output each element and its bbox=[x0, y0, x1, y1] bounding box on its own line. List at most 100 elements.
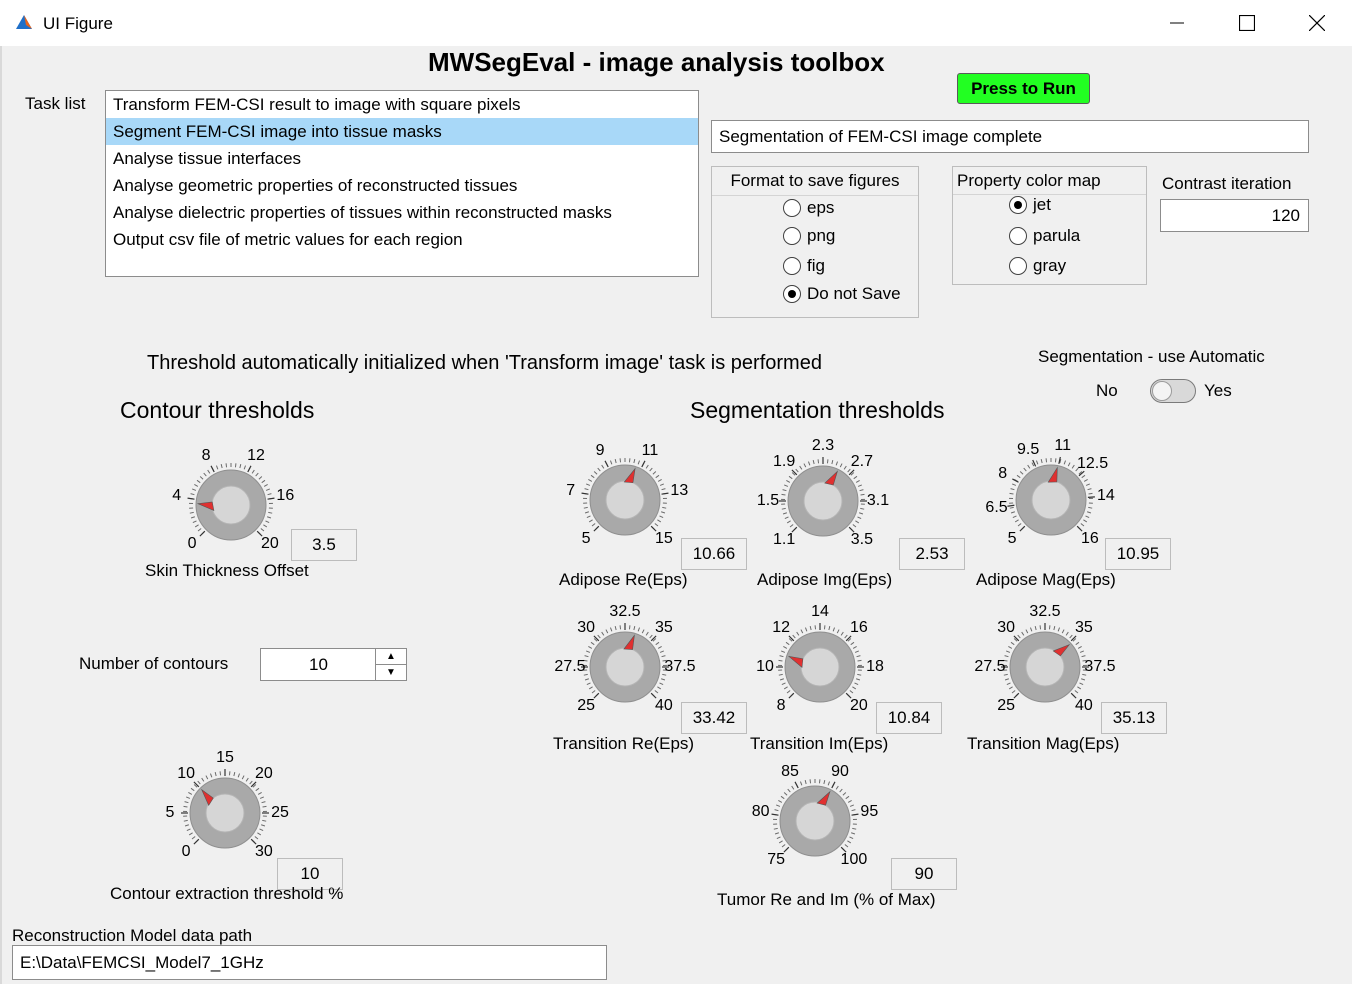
knob-minor-tick bbox=[655, 641, 660, 646]
knob-major-tick bbox=[1012, 478, 1019, 483]
task-item[interactable]: Analyse geometric properties of reconstr… bbox=[106, 172, 698, 199]
knob-minor-tick bbox=[1010, 511, 1016, 514]
knob-minor-tick bbox=[1031, 462, 1035, 467]
knob-minor-tick bbox=[186, 796, 191, 799]
radio-parula[interactable]: parula bbox=[1009, 226, 1080, 246]
radio-circle[interactable] bbox=[783, 199, 801, 217]
radio-circle[interactable] bbox=[1009, 257, 1027, 275]
knob-minor-tick bbox=[215, 465, 219, 470]
knob-minor-tick bbox=[804, 780, 807, 785]
knob-value-field[interactable]: 10.95 bbox=[1105, 538, 1171, 570]
radio-jet[interactable]: jet bbox=[1009, 195, 1051, 215]
knob-cap[interactable] bbox=[795, 801, 835, 841]
knob-cap[interactable] bbox=[605, 480, 645, 520]
knob-cap[interactable] bbox=[1031, 480, 1071, 520]
knob-minor-tick bbox=[266, 516, 272, 519]
knob-value-field[interactable]: 90 bbox=[891, 858, 957, 890]
radio-eps[interactable]: eps bbox=[783, 198, 834, 218]
knob-minor-tick bbox=[633, 459, 636, 464]
knob-minor-tick bbox=[1065, 631, 1069, 636]
maximize-button[interactable] bbox=[1212, 0, 1282, 46]
knob-minor-tick bbox=[194, 524, 199, 528]
knob-tick-label: 25 bbox=[997, 696, 1015, 714]
knob-minor-tick bbox=[835, 461, 839, 466]
knob-minor-tick bbox=[851, 809, 856, 812]
knob-minor-tick bbox=[657, 479, 662, 482]
run-button[interactable]: Press to Run bbox=[957, 73, 1090, 104]
knob-minor-tick bbox=[1017, 523, 1022, 527]
task-item[interactable]: Analyse dielectric properties of tissues… bbox=[106, 199, 698, 226]
knob-minor-tick bbox=[849, 836, 854, 840]
radio-png[interactable]: png bbox=[783, 226, 835, 246]
knob-minor-tick bbox=[786, 520, 791, 524]
knob-minor-tick bbox=[1004, 678, 1010, 681]
radio-circle[interactable] bbox=[783, 257, 801, 275]
knob-minor-tick bbox=[776, 836, 781, 840]
contours-spinner[interactable]: 10 ▲ ▼ bbox=[260, 648, 407, 681]
knob-label: Contour extraction threshold % bbox=[110, 884, 344, 903]
radio-fig[interactable]: fig bbox=[783, 256, 825, 276]
radio-circle[interactable] bbox=[783, 227, 801, 245]
knob-cap[interactable] bbox=[800, 647, 840, 687]
task-list[interactable]: Transform FEM-CSI result to image with s… bbox=[105, 90, 699, 277]
knob-major-tick bbox=[210, 465, 215, 473]
contour-section-title: Contour thresholds bbox=[120, 397, 315, 423]
spinner-down-icon[interactable]: ▼ bbox=[376, 665, 406, 680]
knob-minor-tick bbox=[809, 626, 812, 631]
contours-value[interactable]: 10 bbox=[261, 649, 376, 680]
radio-circle-selected[interactable] bbox=[783, 285, 801, 303]
knob-cap[interactable] bbox=[211, 485, 251, 525]
task-item-selected[interactable]: Segment FEM-CSI image into tissue masks bbox=[106, 118, 698, 145]
task-list-label: Task list bbox=[25, 94, 86, 113]
knob-cap[interactable] bbox=[803, 481, 843, 521]
knob-value-field[interactable]: 2.53 bbox=[899, 538, 965, 570]
knob-minor-tick bbox=[190, 516, 196, 519]
knob-minor-tick bbox=[1011, 690, 1016, 694]
knob-minor-tick bbox=[852, 827, 857, 830]
task-item[interactable]: Transform FEM-CSI result to image with s… bbox=[106, 91, 698, 118]
toggle-thumb[interactable] bbox=[1152, 381, 1172, 401]
radio-gray[interactable]: gray bbox=[1009, 256, 1066, 276]
radio-circle-selected[interactable] bbox=[1009, 196, 1027, 214]
knob-tick-label: 1.1 bbox=[772, 530, 796, 548]
knob-minor-tick bbox=[835, 785, 839, 790]
knob-minor-tick bbox=[214, 772, 217, 777]
status-field[interactable]: Segmentation of FEM-CSI image complete bbox=[711, 120, 1309, 153]
window-title: UI Figure bbox=[43, 14, 113, 33]
knob-minor-tick bbox=[260, 528, 265, 532]
knob-minor-tick bbox=[265, 488, 270, 491]
knob-minor-tick bbox=[267, 493, 272, 496]
data-path-field[interactable]: E:\Data\FEMCSI_Model7_1GHz bbox=[12, 945, 607, 980]
knob-minor-tick bbox=[586, 650, 591, 653]
knob-minor-tick bbox=[605, 629, 609, 634]
knob-minor-tick bbox=[614, 459, 617, 464]
knob-minor-tick bbox=[659, 515, 664, 519]
contrast-field[interactable]: 120 bbox=[1160, 199, 1309, 232]
segmentation-toggle[interactable] bbox=[1150, 379, 1196, 403]
data-path-label: Reconstruction Model data path bbox=[12, 926, 253, 945]
colormap-group: Property color map jet parula gray bbox=[952, 166, 1147, 285]
task-item[interactable]: Analyse tissue interfaces bbox=[106, 145, 698, 172]
knob-minor-tick bbox=[781, 493, 786, 496]
knob-value-field[interactable]: 10.66 bbox=[681, 538, 747, 570]
knob-minor-tick bbox=[633, 626, 636, 631]
knob-minor-tick bbox=[786, 480, 791, 483]
radio-circle[interactable] bbox=[1009, 227, 1027, 245]
minimize-button[interactable] bbox=[1142, 0, 1212, 46]
knob-value-field[interactable]: 35.13 bbox=[1101, 702, 1167, 734]
knob-value-field[interactable]: 3.5 bbox=[291, 529, 357, 561]
knob-minor-tick bbox=[783, 686, 788, 690]
spinner-buttons[interactable]: ▲ ▼ bbox=[375, 649, 406, 680]
close-button[interactable] bbox=[1282, 0, 1352, 46]
knob-minor-tick bbox=[584, 655, 589, 658]
knob-minor-tick bbox=[191, 836, 196, 840]
knob-value-field[interactable]: 10.84 bbox=[876, 702, 942, 734]
task-item[interactable]: Output csv file of metric values for eac… bbox=[106, 226, 698, 253]
knob-cap[interactable] bbox=[605, 647, 645, 687]
knob-minor-tick bbox=[265, 520, 270, 524]
knob-value-field[interactable]: 33.42 bbox=[681, 702, 747, 734]
radio-do-not-save[interactable]: Do not Save bbox=[783, 284, 901, 304]
knob-minor-tick bbox=[188, 832, 193, 836]
spinner-up-icon[interactable]: ▲ bbox=[376, 649, 406, 665]
knob-minor-tick bbox=[839, 788, 843, 793]
